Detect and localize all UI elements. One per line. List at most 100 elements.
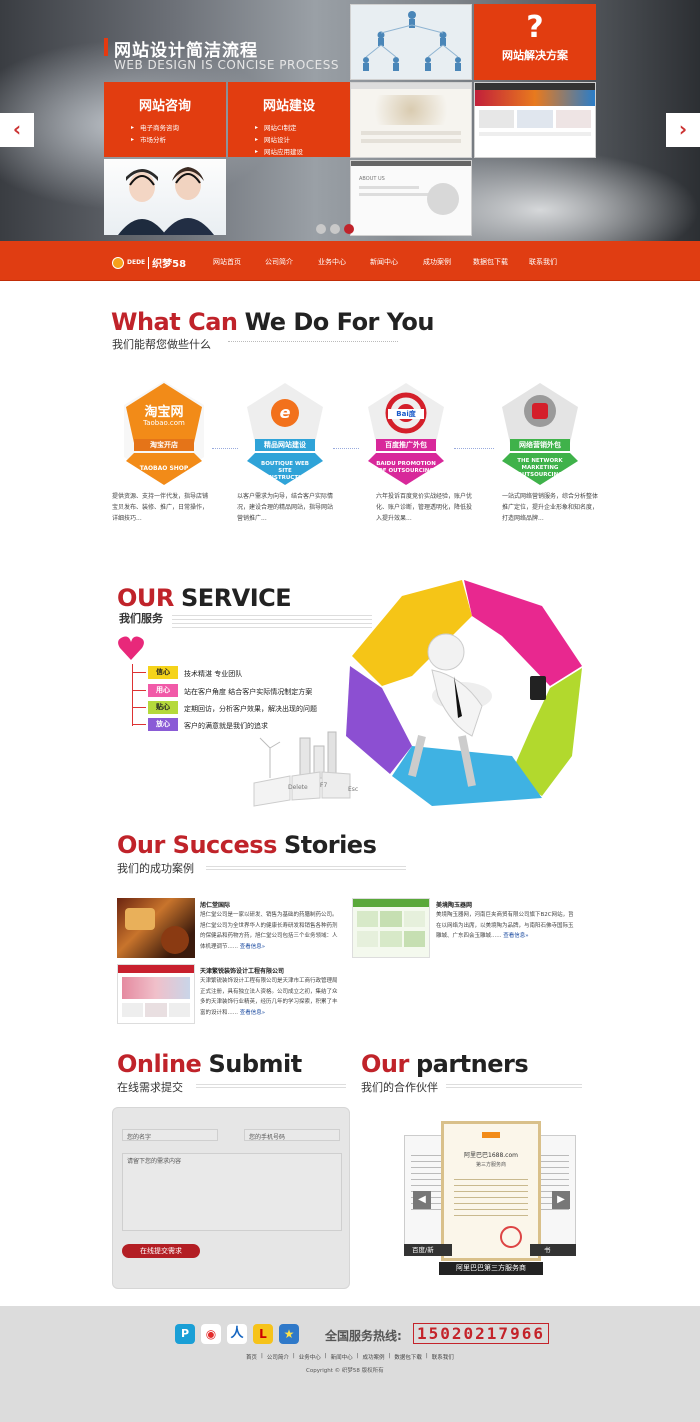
slide-dot[interactable]: [330, 224, 340, 234]
card-taobao[interactable]: 淘宝网 Taobao.com 淘宝开店 TAOBAO SHOP: [124, 381, 204, 485]
qzone-icon[interactable]: ★: [279, 1324, 299, 1344]
box-consult: 网站咨询 电子商务咨询 市场分析: [104, 82, 226, 157]
cert-sub: 第三方服务商: [475, 1162, 506, 1168]
footer-link-contact[interactable]: 联系我们: [432, 1353, 454, 1361]
phone-input[interactable]: 您的手机号码: [244, 1129, 340, 1141]
logo-badge: DEDE: [127, 259, 146, 266]
logo-icon: [112, 256, 124, 269]
logo-text: 织梦58: [152, 259, 187, 270]
card-tag: 精品网站建设: [264, 441, 306, 449]
nav-item-about[interactable]: 公司简介: [265, 257, 293, 267]
service-title-black: SERVICE: [181, 584, 292, 612]
content-textarea[interactable]: 请留下您的需求内容: [122, 1153, 342, 1231]
partners-fine-print: [446, 1082, 582, 1088]
renren-icon[interactable]: 人: [227, 1324, 247, 1344]
box-consult-item: 电子商务咨询: [131, 122, 226, 134]
footer-links: 首页 | 公司简介 | 业务中心 | 新闻中心 | 成功案例 | 数据包下载 | 联系我们: [246, 1353, 454, 1361]
cert-title: 阿里巴巴1688.com: [464, 1152, 518, 1159]
submit-subtitle: 在线需求提交: [117, 1081, 183, 1094]
weibo-icon[interactable]: ◉: [201, 1324, 221, 1344]
service-tag: 信心: [148, 666, 178, 679]
question-icon: ?: [526, 10, 544, 45]
box-consult-item: 市场分析: [131, 134, 226, 146]
key-delete: Delete: [288, 784, 308, 791]
service-pentagon-graphic: [342, 576, 586, 810]
main-nav: [0, 241, 700, 281]
partner-certificate[interactable]: 阿里巴巴1688.com 第三方服务商: [441, 1121, 541, 1261]
nav-item-news[interactable]: 新闻中心: [370, 257, 398, 267]
card-connector: [212, 448, 238, 449]
tianya-icon[interactable]: L: [253, 1324, 273, 1344]
slide-dot[interactable]: [316, 224, 326, 234]
what-title-black: We Do For You: [244, 308, 435, 336]
partner-caption-right: 书: [530, 1244, 576, 1256]
service-line: [132, 664, 133, 726]
e-icon: e: [279, 403, 291, 422]
submit-button[interactable]: 在线提交需求: [122, 1244, 200, 1258]
nav-item-contact[interactable]: 联系我们: [529, 257, 557, 267]
what-subtitle: 我们能帮您做些什么: [112, 338, 211, 351]
nav-item-downloads[interactable]: 数据包下载: [473, 257, 508, 267]
card-network-marketing[interactable]: 网络营销外包 THE NETWORK MARKETING OUTSOURCING: [500, 381, 580, 485]
card-en: BOUTIQUE WEB SITE CONSTRUCTION: [260, 461, 310, 481]
box-build-item: 网站CI制定: [255, 122, 350, 134]
story-title[interactable]: 美境陶玉器网: [436, 900, 472, 909]
customer-service-photo: [104, 159, 226, 235]
story-body: 天津繁锐装饰设计工程有限公司是天津市工商行政管理局正式注册，具有独立法人资格。公…: [200, 978, 338, 1016]
footer-link-downloads[interactable]: 数据包下载: [394, 1353, 422, 1361]
nav-item-home[interactable]: 网站首页: [213, 257, 241, 267]
card-tag: 百度推广外包: [385, 441, 427, 449]
site-screenshot-3: ABOUT US: [350, 160, 472, 236]
footer-link-cases[interactable]: 成功案例: [363, 1353, 385, 1361]
service-text: 定期回访，分析客户效果，解决出现的问题: [184, 705, 317, 713]
logo[interactable]: DEDE 织梦58: [112, 255, 186, 270]
story-body: 旭仁堂公司是一家以研发、销售为基础的药膳制药公司。旭仁堂公司为全世界华人的健康长…: [200, 912, 338, 950]
submit-fine-print: [196, 1082, 346, 1088]
story-body: 美境陶玉器网，河南巨夹商贸有限公司旗下B2C网站，旨在以网络为出席，以美境陶为品…: [436, 912, 574, 939]
footer: [0, 1306, 700, 1422]
story-image-3[interactable]: [117, 964, 195, 1024]
partners-prev-arrow[interactable]: ◀: [413, 1191, 431, 1209]
hero-prev-arrow[interactable]: ‹: [0, 113, 34, 147]
box-build-title: 网站建设: [262, 99, 315, 114]
service-tag: 用心: [148, 684, 178, 697]
story-image-2[interactable]: [352, 898, 430, 958]
stories-fine-print: [206, 864, 406, 870]
story-more-link[interactable]: 查看信息»: [503, 933, 528, 939]
footer-link-news[interactable]: 新闻中心: [331, 1353, 353, 1361]
name-input[interactable]: 您的名字: [122, 1129, 218, 1141]
card-tag: 网络营销外包: [519, 441, 561, 449]
story-title[interactable]: 旭仁堂国际: [200, 900, 230, 909]
box-solution-title: 网站解决方案: [502, 49, 568, 62]
card-connector: [333, 448, 359, 449]
story-title[interactable]: 天津繁锐装饰设计工程有限公司: [200, 966, 284, 975]
partners-next-arrow[interactable]: ▶: [552, 1191, 570, 1209]
hero-next-arrow[interactable]: ›: [666, 113, 700, 147]
partners-title: Our partners: [361, 1050, 529, 1078]
nav-item-business[interactable]: 业务中心: [318, 257, 346, 267]
story-more-link[interactable]: 查看信息»: [240, 1010, 265, 1016]
footer-link-business[interactable]: 业务中心: [299, 1353, 321, 1361]
service-tag: 贴心: [148, 701, 178, 714]
service-subtitle: 我们服务: [119, 612, 163, 625]
card-desc: 一站式网络营销服务，综合分析整体推广定位，提升企业形象和知名度，打造网络品牌..…: [502, 493, 599, 522]
footer-link-home[interactable]: 首页: [246, 1353, 257, 1361]
key-f7: F7: [320, 782, 328, 789]
story-image-1[interactable]: [117, 898, 195, 958]
baidu-logo: Bai度: [388, 409, 424, 419]
card-web-construction[interactable]: e 精品网站建设 BOUTIQUE WEB SITE CONSTRUCTION: [245, 381, 325, 485]
stories-title: Our Success Stories: [117, 831, 377, 859]
nav-item-cases[interactable]: 成功案例: [423, 257, 451, 267]
footer-link-about[interactable]: 公司简介: [267, 1353, 289, 1361]
story-more-link[interactable]: 查看信息»: [240, 944, 265, 950]
hotline-number[interactable]: 15020217966: [413, 1323, 549, 1344]
card-baidu[interactable]: Bai度 百度推广外包 BAIDU PROMOTION OF OUTSOURCI…: [366, 381, 446, 485]
pengyou-icon[interactable]: P: [175, 1324, 195, 1344]
card-en: BAIDU PROMOTION OF OUTSOURCING: [376, 461, 436, 474]
slide-dot-active[interactable]: [344, 224, 354, 234]
service-tag: 放心: [148, 718, 178, 731]
card-en: THE NETWORK MARKETING OUTSOURCING: [517, 458, 563, 478]
card-desc: 六年投诉百度竞价实战经验，账户优化、账户诊断，管理透明化，降低投入提升效果...: [376, 493, 473, 522]
hero-subtitle: WEB DESIGN IS CONCISE PROCESS: [114, 58, 339, 72]
partners-title-red: Our: [361, 1050, 409, 1078]
